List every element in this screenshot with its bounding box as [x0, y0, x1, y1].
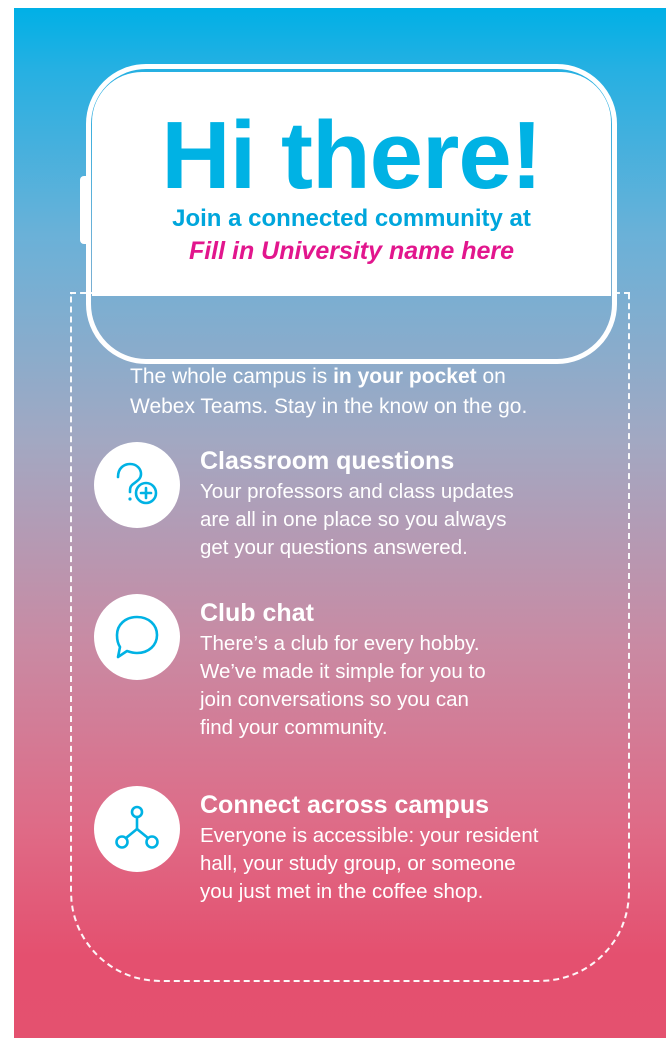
feature-description: There’s a club for every hobby. We’ve ma… — [200, 630, 580, 742]
intro-text: The whole campus is in your pocket on We… — [130, 362, 570, 422]
poster-background: Hi there! Join a connected community at … — [14, 8, 666, 1038]
feature-line: you just met in the coffee shop. — [200, 880, 484, 903]
intro-text-end: on — [476, 365, 506, 388]
feature-title: Connect across campus — [200, 791, 489, 819]
feature-description: Everyone is accessible: your resident ha… — [200, 822, 580, 906]
intro-text-line2: Webex Teams. Stay in the know on the go. — [130, 395, 528, 418]
phone-side-button — [80, 176, 90, 244]
intro-text-start: The whole campus is — [130, 365, 334, 388]
question-plus-icon — [94, 442, 180, 528]
feature-line: Everyone is accessible: your resident — [200, 824, 539, 847]
university-name: Fill in University name here — [188, 237, 515, 265]
network-icon — [94, 786, 180, 872]
feature-line: get your questions answered. — [200, 536, 468, 559]
pocket-top-edge — [70, 292, 630, 294]
feature-line: Your professors and class updates — [200, 480, 514, 503]
feature-title: Classroom questions — [200, 447, 455, 475]
intro-text-bold: in your pocket — [333, 365, 477, 388]
feature-line: We’ve made it simple for you to — [200, 660, 486, 683]
chat-bubble-icon — [94, 594, 180, 680]
feature-line: are all in one place so you always — [200, 508, 507, 531]
greeting-heading: Hi there! — [161, 102, 542, 209]
subtitle: Join a connected community at — [172, 205, 531, 232]
feature-line: join conversations so you can — [200, 688, 469, 711]
feature-line: There’s a club for every hobby. — [200, 632, 480, 655]
feature-line: find your community. — [200, 716, 388, 739]
feature-description: Your professors and class updates are al… — [200, 478, 580, 562]
feature-title: Club chat — [200, 599, 314, 627]
feature-line: hall, your study group, or someone — [200, 852, 516, 875]
